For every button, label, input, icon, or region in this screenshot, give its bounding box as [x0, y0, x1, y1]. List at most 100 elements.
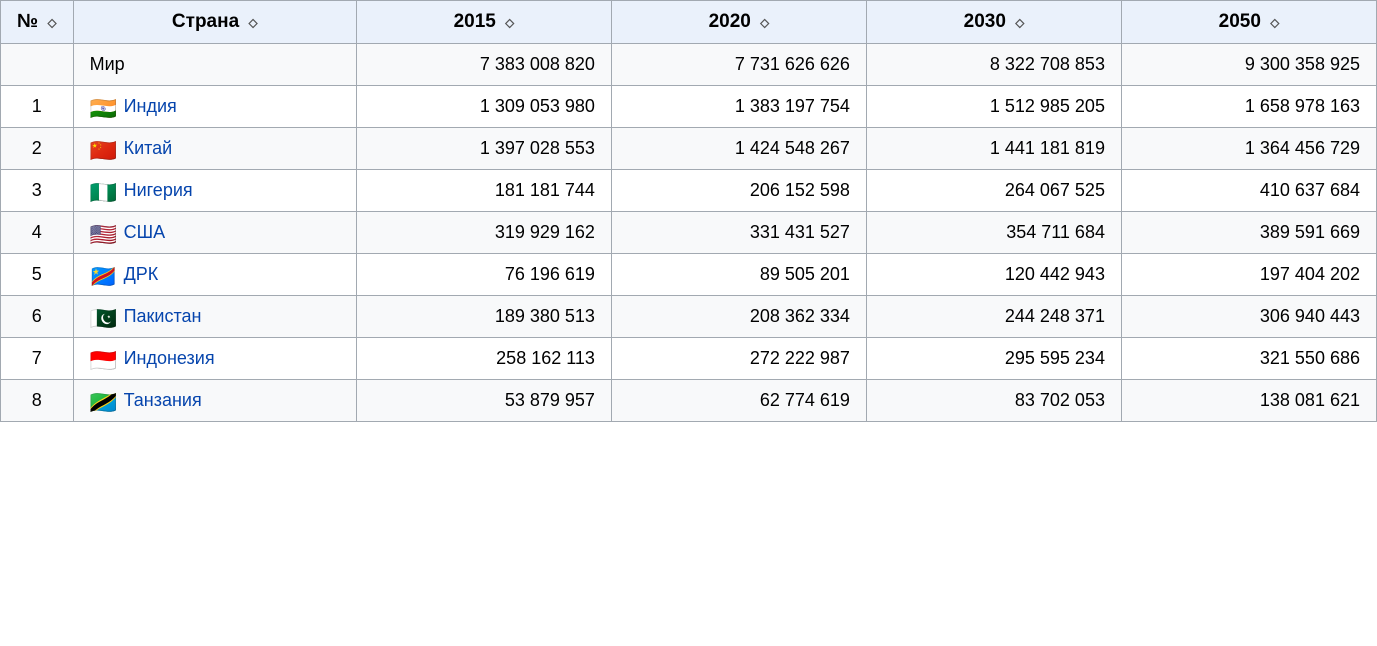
- row-data-y2050: 138 081 621: [1121, 380, 1376, 422]
- country-link[interactable]: Танзания: [124, 390, 202, 410]
- sort-icon-country: ⬦: [248, 15, 257, 31]
- flag-icon: 🇺🇸: [90, 224, 118, 243]
- header-2050[interactable]: 2050 ⬦: [1121, 1, 1376, 44]
- row-num: 4: [1, 212, 74, 254]
- header-country-label: Страна: [172, 11, 239, 32]
- row-data-y2030: 264 067 525: [866, 170, 1121, 212]
- row-data-y2020: 62 774 619: [611, 380, 866, 422]
- table-row: 5 🇨🇩 ДРК 76 196 61989 505 201120 442 943197…: [1, 254, 1377, 296]
- world-label: Мир: [90, 54, 125, 74]
- table-row: 4 🇺🇸 США 319 929 162331 431 527354 711 6843…: [1, 212, 1377, 254]
- row-data-y2030: 1 441 181 819: [866, 128, 1121, 170]
- row-country: 🇮🇳 Индия: [73, 86, 356, 128]
- row-data-y2020: 206 152 598: [611, 170, 866, 212]
- row-data-y2020: 208 362 334: [611, 296, 866, 338]
- world-country: Мир: [73, 44, 356, 86]
- row-data-y2050: 321 550 686: [1121, 338, 1376, 380]
- row-data-y2050: 410 637 684: [1121, 170, 1376, 212]
- table-row: 2 🇨🇳 Китай 1 397 028 5531 424 548 2671 441 …: [1, 128, 1377, 170]
- population-table: № ⬦ Страна ⬦ 2015 ⬦ 2020 ⬦ 2030 ⬦ 2050 ⬦: [0, 0, 1377, 422]
- row-data-y2030: 295 595 234: [866, 338, 1121, 380]
- row-num: 3: [1, 170, 74, 212]
- table-row: 1 🇮🇳 Индия 1 309 053 9801 383 197 7541 512 …: [1, 86, 1377, 128]
- header-2020[interactable]: 2020 ⬦: [611, 1, 866, 44]
- header-2050-label: 2050: [1219, 11, 1261, 32]
- world-num: [1, 44, 74, 86]
- table-row: 7 🇮🇩 Индонезия 258 162 113272 222 987295 59…: [1, 338, 1377, 380]
- row-num: 1: [1, 86, 74, 128]
- header-num-label: №: [17, 11, 38, 32]
- row-country: 🇹🇿 Танзания: [73, 380, 356, 422]
- row-data-y2020: 1 383 197 754: [611, 86, 866, 128]
- country-link[interactable]: Китай: [124, 138, 173, 158]
- sort-icon-2030: ⬦: [1015, 15, 1024, 31]
- header-country[interactable]: Страна ⬦: [73, 1, 356, 44]
- row-country: 🇨🇳 Китай: [73, 128, 356, 170]
- row-data-y2050: 1 364 456 729: [1121, 128, 1376, 170]
- row-data-y2020: 89 505 201: [611, 254, 866, 296]
- row-country: 🇳🇬 Нигерия: [73, 170, 356, 212]
- row-num: 5: [1, 254, 74, 296]
- sort-icon-2020: ⬦: [760, 15, 769, 31]
- row-num: 2: [1, 128, 74, 170]
- row-data-y2020: 1 424 548 267: [611, 128, 866, 170]
- header-2030-label: 2030: [964, 11, 1006, 32]
- country-link[interactable]: Пакистан: [124, 306, 202, 326]
- flag-icon: 🇹🇿: [90, 392, 118, 411]
- row-num: 7: [1, 338, 74, 380]
- flag-icon: 🇮🇩: [90, 350, 118, 369]
- row-country: 🇵🇰 Пакистан: [73, 296, 356, 338]
- row-data-y2015: 319 929 162: [356, 212, 611, 254]
- sort-icon-num: ⬦: [47, 15, 56, 31]
- row-data-y2020: 272 222 987: [611, 338, 866, 380]
- row-data-y2015: 1 309 053 980: [356, 86, 611, 128]
- row-data-y2050: 306 940 443: [1121, 296, 1376, 338]
- row-data-y2015: 1 397 028 553: [356, 128, 611, 170]
- row-data-y2050: 197 404 202: [1121, 254, 1376, 296]
- row-data-y2015: 258 162 113: [356, 338, 611, 380]
- row-data-y2015: 76 196 619: [356, 254, 611, 296]
- flag-icon: 🇨🇩: [90, 266, 118, 285]
- header-2015[interactable]: 2015 ⬦: [356, 1, 611, 44]
- header-2015-label: 2015: [454, 11, 496, 32]
- sort-icon-2050: ⬦: [1270, 15, 1279, 31]
- row-data-y2030: 83 702 053: [866, 380, 1121, 422]
- flag-icon: 🇳🇬: [90, 182, 118, 201]
- world-2050: 9 300 358 925: [1121, 44, 1376, 86]
- header-num[interactable]: № ⬦: [1, 1, 74, 44]
- row-country: 🇨🇩 ДРК: [73, 254, 356, 296]
- world-row: Мир 7 383 008 820 7 731 626 626 8 322 70…: [1, 44, 1377, 86]
- flag-icon: 🇮🇳: [90, 98, 118, 117]
- table-row: 6 🇵🇰 Пакистан 189 380 513208 362 334244 248…: [1, 296, 1377, 338]
- row-data-y2020: 331 431 527: [611, 212, 866, 254]
- table-row: 8 🇹🇿 Танзания 53 879 95762 774 61983 702 05…: [1, 380, 1377, 422]
- table-row: 3 🇳🇬 Нигерия 181 181 744206 152 598264 067 …: [1, 170, 1377, 212]
- world-2015: 7 383 008 820: [356, 44, 611, 86]
- header-2030[interactable]: 2030 ⬦: [866, 1, 1121, 44]
- sort-icon-2015: ⬦: [505, 15, 514, 31]
- country-link[interactable]: Индонезия: [124, 348, 215, 368]
- row-data-y2030: 120 442 943: [866, 254, 1121, 296]
- row-data-y2050: 389 591 669: [1121, 212, 1376, 254]
- row-data-y2030: 1 512 985 205: [866, 86, 1121, 128]
- row-data-y2015: 53 879 957: [356, 380, 611, 422]
- header-row: № ⬦ Страна ⬦ 2015 ⬦ 2020 ⬦ 2030 ⬦ 2050 ⬦: [1, 1, 1377, 44]
- flag-icon: 🇨🇳: [90, 140, 118, 159]
- row-data-y2030: 354 711 684: [866, 212, 1121, 254]
- row-data-y2015: 181 181 744: [356, 170, 611, 212]
- row-num: 6: [1, 296, 74, 338]
- country-link[interactable]: Индия: [124, 96, 177, 116]
- row-country: 🇮🇩 Индонезия: [73, 338, 356, 380]
- row-num: 8: [1, 380, 74, 422]
- header-2020-label: 2020: [709, 11, 751, 32]
- country-link[interactable]: США: [124, 222, 166, 242]
- row-data-y2030: 244 248 371: [866, 296, 1121, 338]
- world-2020: 7 731 626 626: [611, 44, 866, 86]
- row-data-y2050: 1 658 978 163: [1121, 86, 1376, 128]
- row-data-y2015: 189 380 513: [356, 296, 611, 338]
- row-country: 🇺🇸 США: [73, 212, 356, 254]
- world-2030: 8 322 708 853: [866, 44, 1121, 86]
- country-link[interactable]: ДРК: [124, 264, 159, 284]
- flag-icon: 🇵🇰: [90, 308, 118, 327]
- country-link[interactable]: Нигерия: [124, 180, 193, 200]
